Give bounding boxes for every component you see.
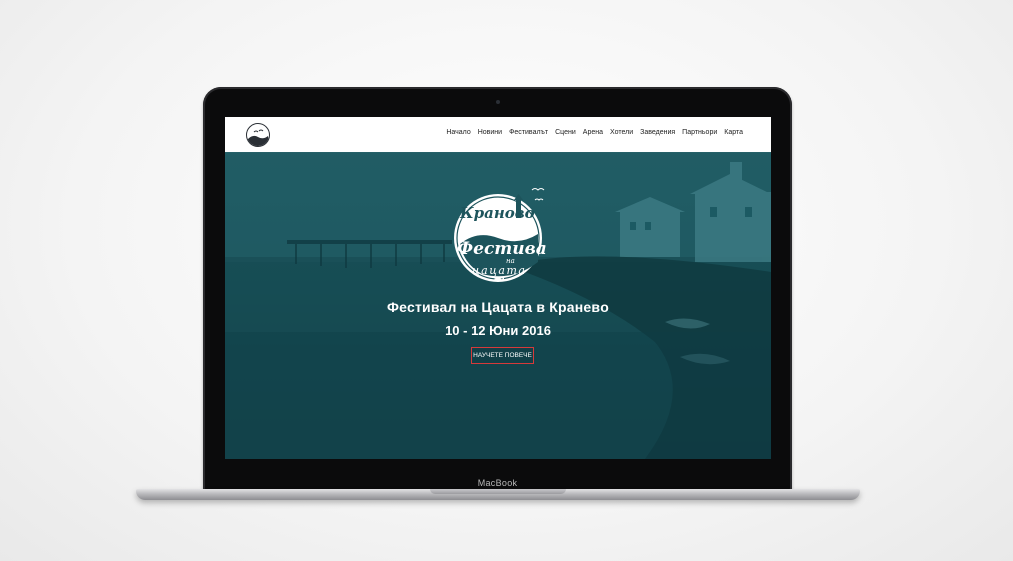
nav-item-venues[interactable]: Заведения [640,129,675,136]
page-background: Начало Новини Фестивалът Сцени Арена Хот… [0,0,1013,561]
nav-item-stages[interactable]: Сцени [555,129,576,136]
nav-item-map[interactable]: Карта [724,129,743,136]
site-logo[interactable] [246,123,270,147]
laptop-lid: Начало Новини Фестивалът Сцени Арена Хот… [203,87,792,492]
camera-icon [496,100,500,104]
nav-item-hotels[interactable]: Хотели [610,129,633,136]
laptop-base [136,489,860,500]
logo-text-tsatsata: цацата [472,264,526,277]
nav-item-arena[interactable]: Арена [583,129,603,136]
hero-title: Фестивал на Цацата в Краневo [387,299,609,315]
main-nav: Начало Новини Фестивалът Сцени Арена Хот… [446,129,743,136]
learn-more-button[interactable]: НАУЧЕТЕ ПОВЕЧЕ [471,347,534,364]
nav-item-festival[interactable]: Фестивалът [509,129,548,136]
logo-text-kranevo: Краново [459,204,535,222]
nav-item-news[interactable]: Новини [478,129,502,136]
logo-text-festival: Фестивал [457,239,546,259]
laptop-screen: Начало Новини Фестивалът Сцени Арена Хот… [225,117,771,459]
device-brand-label: MacBook [477,478,518,488]
logo-wave-icon [248,129,269,146]
festival-logo: Краново Фестивал на цацата [454,188,546,282]
laptop-notch [430,489,566,494]
nav-item-home[interactable]: Начало [446,129,470,136]
hero-section: Краново Фестивал на цацата Фестивал на Ц… [225,152,771,459]
site-header: Начало Новини Фестивалът Сцени Арена Хот… [225,117,771,153]
nav-item-partners[interactable]: Партньори [682,129,717,136]
hero-dates: 10 - 12 Юни 2016 [445,323,551,338]
